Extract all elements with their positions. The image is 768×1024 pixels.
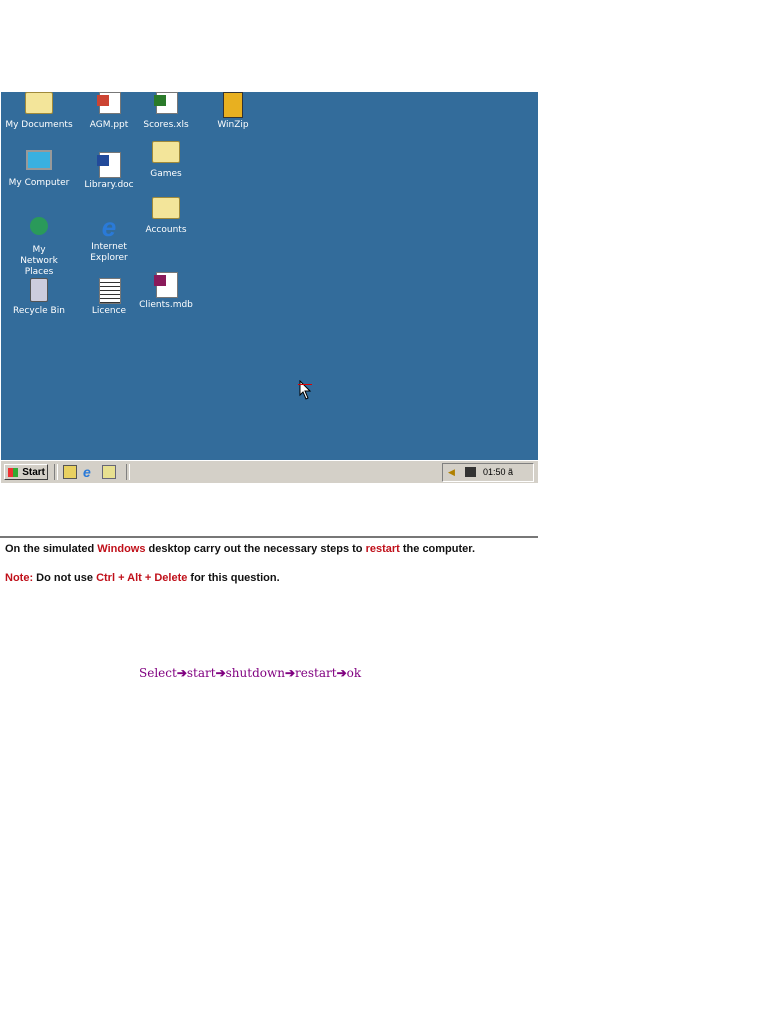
taskbar: Start e ◀ 01:50 ã bbox=[1, 460, 538, 483]
quick-launch-ie-icon[interactable]: e bbox=[83, 465, 97, 479]
windows-logo-icon bbox=[8, 468, 18, 477]
show-desktop-icon[interactable] bbox=[63, 465, 77, 479]
red-marker-dot bbox=[298, 384, 312, 385]
arrow-icon: ➔ bbox=[215, 666, 226, 680]
my-documents-icon bbox=[25, 92, 53, 118]
powerpoint-file-icon bbox=[95, 92, 123, 118]
desktop[interactable]: My Documents AGM.ppt Scores.xls WinZip M… bbox=[1, 92, 538, 460]
system-tray: ◀ 01:50 ã bbox=[442, 463, 534, 482]
desktop-icon-winzip[interactable]: WinZip bbox=[198, 92, 268, 131]
desktop-icon-my-network-places[interactable]: My Network Places bbox=[4, 214, 74, 278]
access-file-icon bbox=[152, 272, 180, 298]
arrow-icon: ➔ bbox=[284, 666, 296, 680]
desktop-icon-scores-xls[interactable]: Scores.xls bbox=[131, 92, 201, 131]
winzip-icon bbox=[223, 92, 243, 118]
question-panel: On the simulated Windows desktop carry o… bbox=[0, 536, 538, 584]
desktop-icon-games[interactable]: Games bbox=[131, 136, 201, 180]
clock: 01:50 ã bbox=[483, 467, 514, 477]
taskbar-divider bbox=[54, 464, 58, 480]
desktop-icon-clients-mdb[interactable]: Clients.mdb bbox=[131, 272, 201, 311]
desktop-icon-my-computer[interactable]: My Computer bbox=[4, 150, 74, 189]
volume-icon[interactable]: ◀ bbox=[448, 464, 455, 481]
recycle-bin-icon bbox=[25, 278, 53, 304]
folder-icon bbox=[152, 141, 180, 167]
my-computer-icon bbox=[25, 150, 53, 176]
text-file-icon bbox=[95, 278, 123, 304]
word-file-icon bbox=[95, 152, 123, 178]
network-tray-icon[interactable] bbox=[465, 467, 476, 477]
question-text: On the simulated Windows desktop carry o… bbox=[5, 543, 476, 555]
desktop-icon-my-documents[interactable]: My Documents bbox=[4, 92, 74, 131]
desktop-icon-recycle-bin[interactable]: Recycle Bin bbox=[4, 278, 74, 317]
folder-icon bbox=[152, 197, 180, 223]
desktop-icon-internet-explorer[interactable]: e Internet Explorer bbox=[74, 214, 144, 264]
internet-explorer-icon: e bbox=[101, 212, 117, 242]
arrow-icon: ➔ bbox=[336, 666, 347, 680]
quick-launch-explorer-icon[interactable] bbox=[102, 465, 116, 479]
arrow-icon: ➔ bbox=[176, 666, 187, 680]
taskbar-divider bbox=[126, 464, 130, 480]
question-note: Note: Do not use Ctrl + Alt + Delete for… bbox=[5, 572, 280, 584]
network-icon bbox=[25, 217, 53, 243]
start-button[interactable]: Start bbox=[4, 464, 48, 480]
excel-file-icon bbox=[152, 92, 180, 118]
answer-steps: Select➔start➔shutdown➔restart➔ok bbox=[139, 666, 362, 680]
